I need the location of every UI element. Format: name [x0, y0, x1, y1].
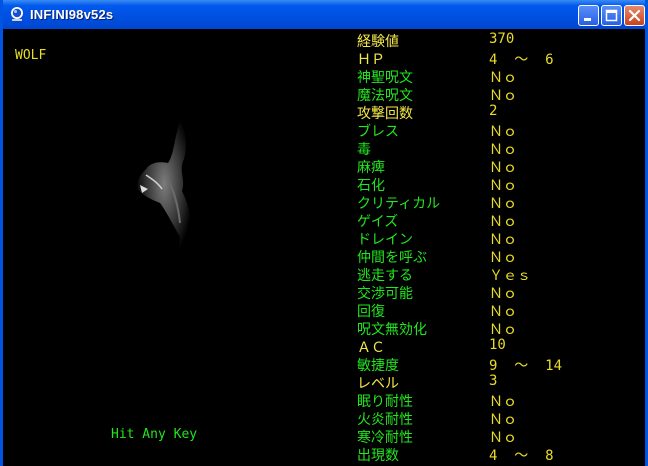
stat-label: 回復 — [357, 304, 385, 320]
stat-label: 攻撃回数 — [357, 106, 413, 122]
stat-value: Ｎｏ — [489, 70, 517, 86]
stat-label: ＡＣ — [357, 340, 385, 356]
stat-label: 寒冷耐性 — [357, 430, 413, 446]
stat-value: Ｎｏ — [489, 88, 517, 104]
stat-value: Ｎｏ — [489, 178, 517, 194]
close-button[interactable] — [624, 5, 645, 26]
stat-value: Ｎｏ — [489, 232, 517, 248]
app-icon[interactable] — [9, 6, 25, 22]
stat-value: Ｎｏ — [489, 304, 517, 320]
stat-label: 仲間を呼ぶ — [357, 250, 427, 266]
stat-value: Ｎｏ — [489, 394, 517, 410]
window-title: INFINI98v52s — [30, 7, 114, 22]
stat-value: Ｎｏ — [489, 286, 517, 302]
stat-value: 10 — [489, 337, 506, 353]
close-icon — [628, 9, 641, 22]
title-bar[interactable]: INFINI98v52s — [3, 0, 645, 29]
stat-value: 370 — [489, 31, 515, 47]
stat-label: 眠り耐性 — [357, 394, 413, 410]
stat-label: レベル — [357, 376, 399, 392]
stat-label: 石化 — [357, 178, 385, 194]
stat-value: 2 — [489, 103, 498, 119]
stat-value: Ｎｏ — [489, 196, 517, 212]
stat-label: ドレイン — [357, 232, 413, 248]
stat-value: Ｙｅｓ — [489, 268, 531, 284]
stat-label: 火炎耐性 — [357, 412, 413, 428]
stat-label: ブレス — [357, 124, 399, 140]
stat-label: 出現数 — [357, 448, 399, 464]
stat-value: 4 ～ 6 — [489, 52, 554, 68]
stat-value: 3 — [489, 373, 498, 389]
stat-label: ＨＰ — [357, 52, 385, 68]
maximize-button[interactable] — [601, 5, 622, 26]
stat-label: ゲイズ — [357, 214, 399, 230]
stat-label: クリティカル — [357, 196, 441, 212]
minimize-icon — [584, 18, 591, 21]
stat-value: Ｎｏ — [489, 322, 517, 338]
monster-name: WOLF — [15, 48, 47, 63]
stat-label: 魔法呪文 — [357, 88, 413, 104]
minimize-button[interactable] — [578, 5, 599, 26]
stat-label: 交渉可能 — [357, 286, 413, 302]
stat-value: 9 ～ 14 — [489, 358, 563, 374]
stat-value: Ｎｏ — [489, 430, 517, 446]
stat-value: Ｎｏ — [489, 214, 517, 230]
stat-value: 4 ～ 8 — [489, 448, 554, 464]
app-window: INFINI98v52s WOLF 経験値 370 ＨＰ 4 ～ 6 神聖呪文 … — [0, 0, 648, 466]
stat-label: 呪文無効化 — [357, 322, 427, 338]
stat-value: Ｎｏ — [489, 412, 517, 428]
stat-label: 逃走する — [357, 268, 413, 284]
stat-value: Ｎｏ — [489, 142, 517, 158]
stat-label: 敏捷度 — [357, 358, 399, 374]
stat-value: Ｎｏ — [489, 124, 517, 140]
stat-label: 経験値 — [357, 34, 399, 50]
stat-label: 麻痺 — [357, 160, 385, 176]
monster-image — [137, 121, 191, 261]
game-screen[interactable]: WOLF 経験値 370 ＨＰ 4 ～ 6 神聖呪文 Ｎｏ 魔法呪文 Ｎｏ 攻撃回数 2 ブレス Ｎｏ… — [3, 29, 645, 466]
stat-value: Ｎｏ — [489, 160, 517, 176]
stat-label: 神聖呪文 — [357, 70, 413, 86]
stat-value: Ｎｏ — [489, 250, 517, 266]
stat-label: 毒 — [357, 142, 371, 158]
hit-any-key-prompt: Hit Any Key — [111, 427, 198, 442]
maximize-icon — [605, 9, 618, 22]
